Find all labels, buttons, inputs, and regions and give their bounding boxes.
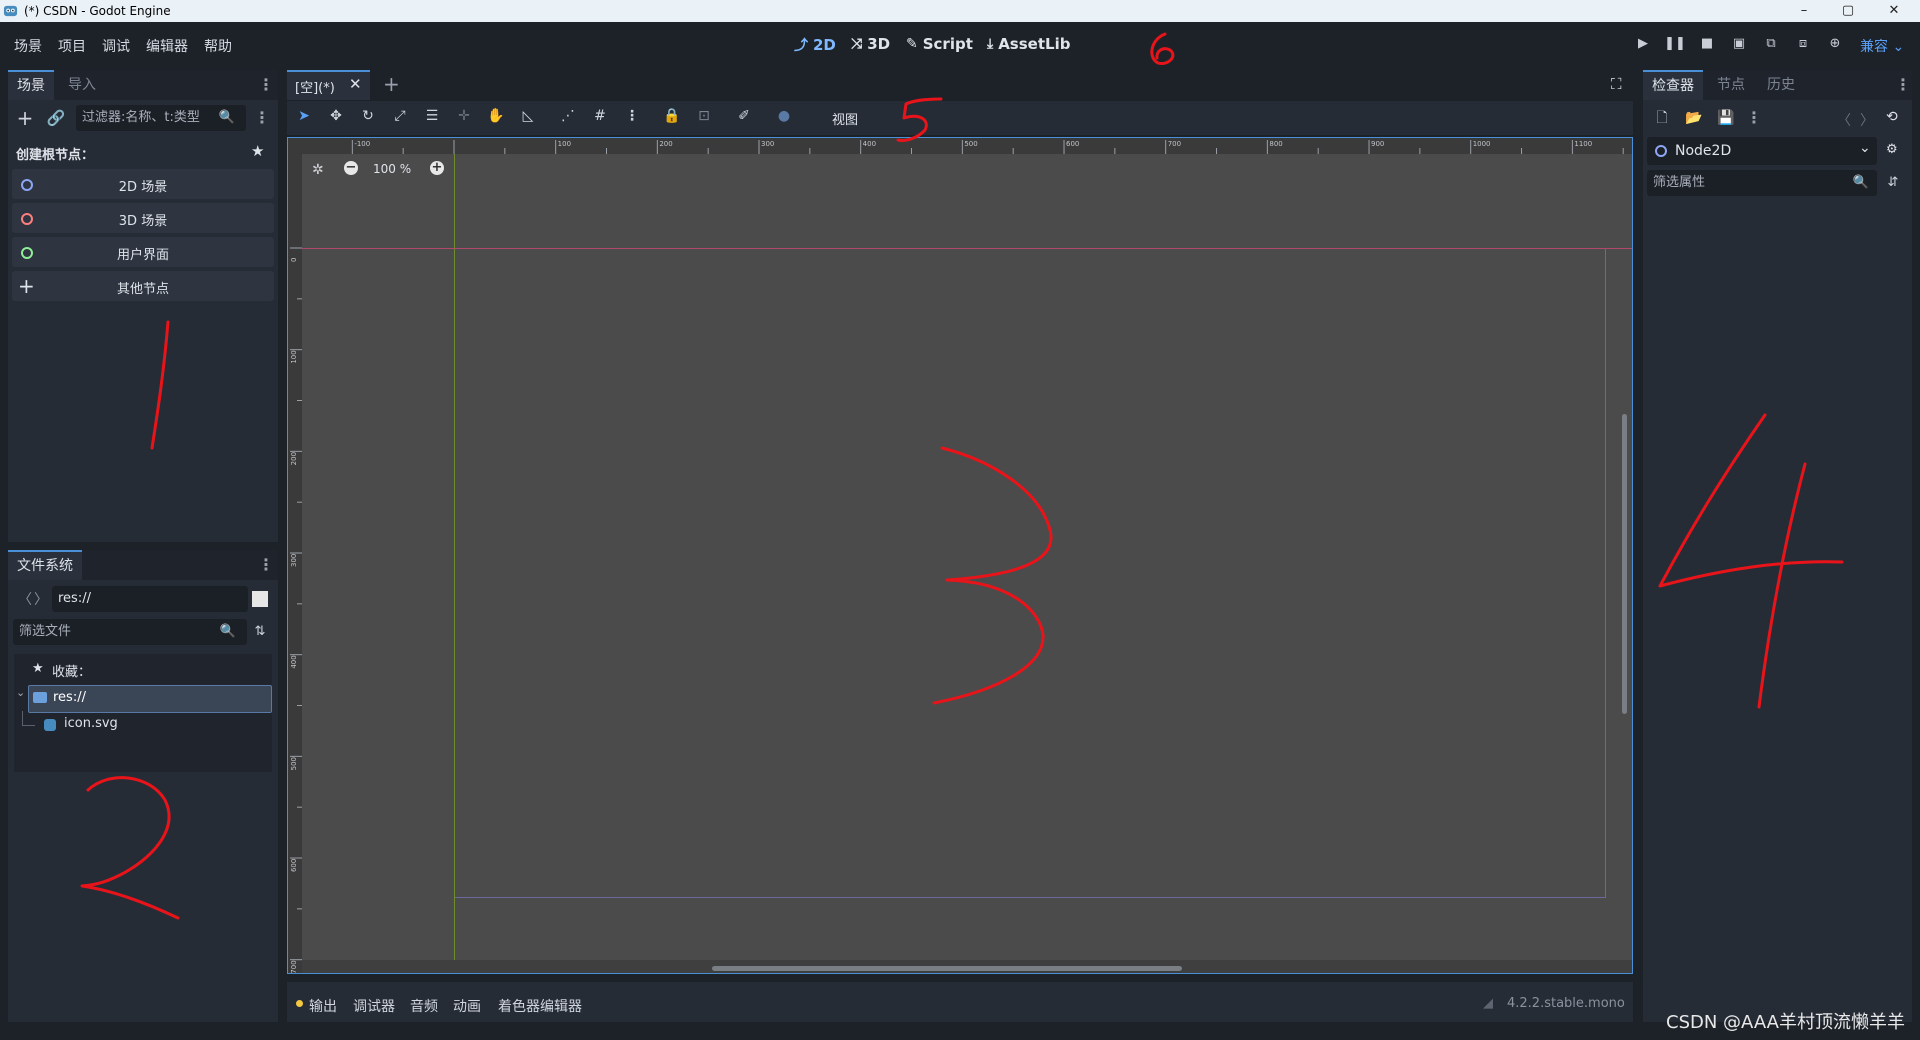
csdn-watermark: CSDN @AAA羊村顶流懒羊羊 xyxy=(1666,1012,1905,1033)
annotation-3 xyxy=(932,446,1053,705)
annotation-5 xyxy=(896,97,943,142)
annotation-6 xyxy=(1150,32,1175,66)
annotation-4 xyxy=(1658,413,1844,709)
annotation-1 xyxy=(150,320,170,450)
annotation-layer xyxy=(80,32,1844,920)
annotation-2 xyxy=(80,776,180,920)
